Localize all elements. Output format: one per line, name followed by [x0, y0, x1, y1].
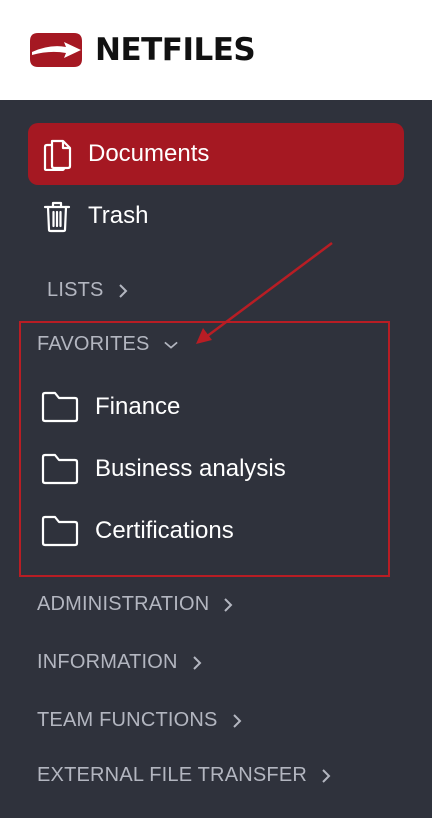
chevron-right-icon [232, 713, 246, 728]
folder-icon [41, 391, 79, 423]
chevron-right-icon [321, 768, 335, 783]
folder-icon [41, 515, 79, 547]
favorite-label: Certifications [95, 517, 234, 544]
brand-name: NETFILES [95, 32, 256, 68]
favorite-finance[interactable]: Finance [40, 390, 180, 424]
chevron-right-icon [192, 655, 206, 670]
favorite-label: Finance [95, 393, 181, 420]
folder-icon [41, 453, 79, 485]
section-team-functions[interactable]: TEAM FUNCTIONS [37, 709, 246, 732]
favorite-label: Business analysis [95, 455, 286, 482]
trash-icon [41, 198, 73, 234]
nav-documents-label: Documents [88, 140, 210, 167]
section-favorites[interactable]: FAVORITES [37, 333, 178, 356]
app-header: NETFILES [0, 0, 432, 100]
documents-icon [41, 136, 73, 172]
nav-trash[interactable]: Trash [28, 185, 404, 247]
chevron-right-icon [118, 283, 132, 298]
section-information-label: INFORMATION [37, 651, 178, 673]
section-favorites-label: FAVORITES [37, 333, 150, 355]
section-information[interactable]: INFORMATION [37, 651, 206, 674]
favorite-business-analysis[interactable]: Business analysis [40, 452, 286, 486]
section-external-file-transfer-label: EXTERNAL FILE TRANSFER [37, 764, 308, 786]
section-administration-label: ADMINISTRATION [37, 593, 210, 615]
section-administration[interactable]: ADMINISTRATION [37, 593, 237, 616]
nav-documents[interactable]: Documents [28, 123, 404, 185]
chevron-right-icon [223, 597, 237, 612]
chevron-down-icon [163, 338, 178, 352]
section-lists-label: LISTS [47, 279, 104, 301]
section-team-functions-label: TEAM FUNCTIONS [37, 709, 218, 731]
section-external-file-transfer[interactable]: EXTERNAL FILE TRANSFER [37, 764, 335, 787]
section-lists[interactable]: LISTS [47, 279, 132, 302]
favorite-certifications[interactable]: Certifications [40, 514, 234, 548]
nav-trash-label: Trash [88, 202, 149, 229]
netfiles-logo-icon [30, 33, 82, 67]
